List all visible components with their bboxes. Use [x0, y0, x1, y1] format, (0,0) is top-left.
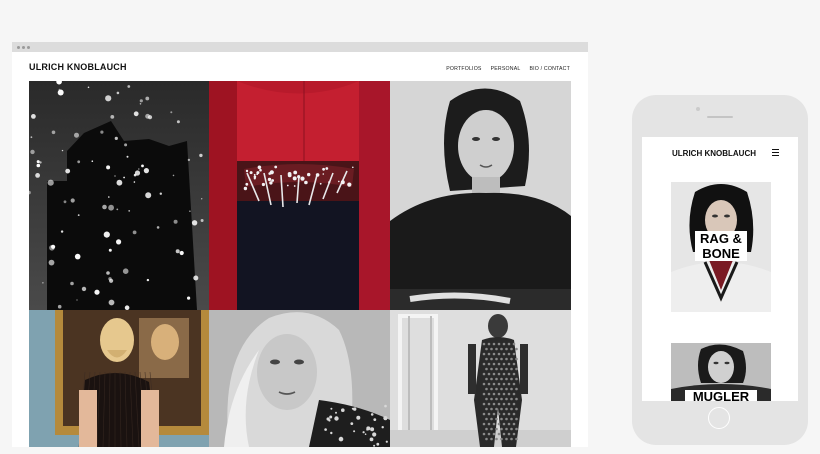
home-button[interactable] — [708, 407, 730, 429]
window-dot-icon — [22, 46, 25, 49]
woman-painting-image — [29, 310, 209, 447]
site-nav: PORTFOLIOS PERSONAL BIO / CONTACT — [446, 66, 570, 72]
mobile-card-mugler[interactable]: MUGLER — [671, 343, 771, 401]
hamburger-menu-icon[interactable] — [772, 149, 779, 158]
photo-building-snow[interactable] — [29, 81, 209, 310]
photo-portrait-black-sweater[interactable] — [390, 81, 571, 310]
site-title[interactable]: ULRICH KNOBLAUCH — [29, 62, 127, 72]
card-label-line-2: BONE — [702, 246, 740, 261]
card-label-mugler: MUGLER — [685, 390, 757, 401]
building-snow-image — [29, 81, 209, 310]
speaker-icon — [707, 116, 733, 118]
photo-woman-in-front-of-painting[interactable] — [29, 310, 209, 447]
browser-title-bar — [12, 42, 588, 52]
desktop-browser-mockup: ULRICH KNOBLAUCH PORTFOLIOS PERSONAL BIO… — [12, 42, 588, 447]
card-label-rag-bone: RAG & BONE — [695, 231, 747, 261]
photo-portrait-blonde-woman[interactable] — [209, 310, 390, 447]
window-dot-icon — [17, 46, 20, 49]
photo-red-jacket-belt[interactable] — [209, 81, 390, 310]
sequin-back-image — [390, 310, 571, 447]
nav-item-bio-contact[interactable]: BIO / CONTACT — [529, 66, 570, 72]
photo-model-sequin-back[interactable] — [390, 310, 571, 447]
nav-item-personal[interactable]: PERSONAL — [491, 66, 521, 72]
mobile-card-rag-bone[interactable]: RAG & BONE — [671, 182, 771, 312]
camera-icon — [696, 107, 700, 111]
blonde-portrait-image — [209, 310, 390, 447]
card-label-line-1: RAG & — [700, 231, 742, 246]
red-jacket-image — [209, 81, 390, 310]
portrait-sweater-image — [390, 81, 571, 310]
window-dot-icon — [27, 46, 30, 49]
nav-item-portfolios[interactable]: PORTFOLIOS — [446, 66, 481, 72]
mobile-screen: ULRICH KNOBLAUCH RAG & BONE MUGLER — [642, 137, 798, 401]
site-header: ULRICH KNOBLAUCH PORTFOLIOS PERSONAL BIO… — [12, 52, 588, 82]
mobile-site-title[interactable]: ULRICH KNOBLAUCH — [672, 149, 756, 158]
mobile-phone-mockup: ULRICH KNOBLAUCH RAG & BONE MUGLER — [632, 95, 808, 445]
